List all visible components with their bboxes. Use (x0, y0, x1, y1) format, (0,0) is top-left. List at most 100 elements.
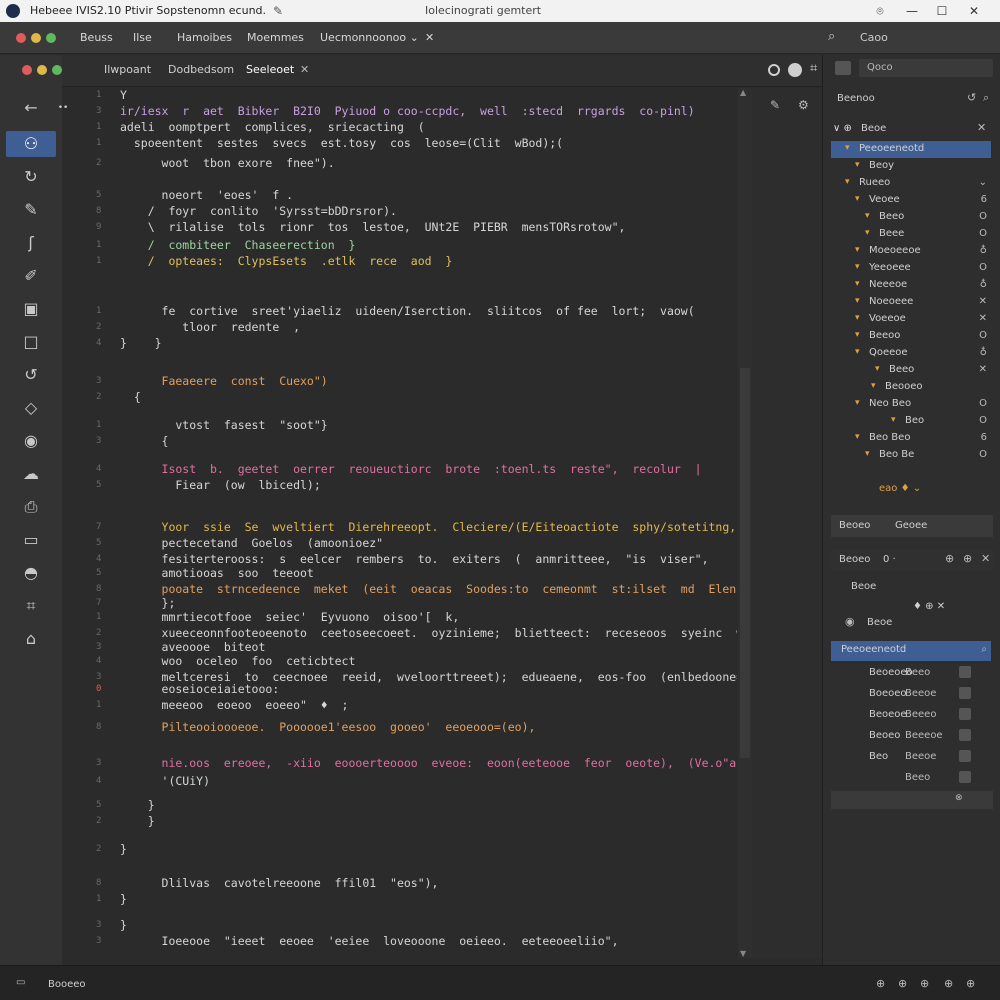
maximize-button[interactable]: ☐ (932, 2, 952, 20)
tree-item[interactable]: ▾ Beeo ✕ (831, 362, 991, 379)
properties-header[interactable]: Peeoeeneotd ⌕ (831, 641, 991, 661)
code-line[interactable]: { (120, 390, 141, 404)
frame-icon[interactable]: ▣ (18, 296, 44, 322)
code-line[interactable]: Isost b. geetet oerrer reoueuctiorc brot… (120, 462, 702, 476)
code-line[interactable]: meeeoo eoeoo eoeeo" ♦ ; (120, 698, 349, 712)
activity-red-dot-icon[interactable] (22, 65, 32, 75)
code-line[interactable]: aveoooe biteot (120, 640, 266, 654)
terminal-icon[interactable]: ⌂ (18, 626, 44, 652)
code-line[interactable]: fe cortive sreet'yiaeliz uideen/Iserctio… (120, 304, 695, 318)
activity-yellow-dot-icon[interactable] (37, 65, 47, 75)
code-line[interactable]: vtost fasest "soot"} (120, 418, 327, 432)
pin-icon[interactable]: ✎ (268, 2, 288, 20)
status-icon-2[interactable]: ⊕ (898, 977, 907, 990)
section-header[interactable]: Beoeo Geoee (831, 515, 993, 537)
status-icon-4[interactable]: ⊕ (944, 977, 953, 990)
tree-item-action-icon[interactable]: ✕ (979, 364, 987, 375)
tree-item-action-icon[interactable]: 6 (981, 432, 987, 443)
split-editor-icon[interactable]: ⌗ (810, 61, 817, 76)
code-line[interactable]: / foyr conlito 'Syrsst=bDDrsror). (120, 204, 397, 218)
editor-minimap[interactable]: ✎ ⚙ (752, 88, 822, 958)
tree-item[interactable]: ▾ Peeoeeneotd (831, 141, 991, 158)
refresh-icon[interactable]: ↺ (967, 91, 976, 104)
tree-item-action-icon[interactable]: ✕ (979, 313, 987, 324)
code-line[interactable]: mmrtiecotfooe seiec' Eyvuono oisoo'[ k, (120, 610, 460, 624)
menubar-search-icon[interactable]: ⌕ (828, 29, 835, 44)
tree-item[interactable]: ▾ Beo Beo 6 (831, 430, 991, 447)
tree-item-action-icon[interactable]: ⌄ (979, 177, 987, 188)
code-editor[interactable]: Yir/iesx r aet Bibker B2I0 Pyiuod o coo-… (112, 88, 737, 958)
code-line[interactable]: } (120, 892, 127, 906)
property-row[interactable]: Beeo (831, 768, 991, 788)
chat-icon[interactable]: ◓ (18, 560, 44, 586)
tree-item[interactable]: ▾ Beo O (831, 413, 991, 430)
edit-pencil-icon[interactable]: ✎ (770, 98, 780, 112)
property-checkbox[interactable] (959, 771, 971, 783)
close-dot-icon[interactable] (16, 33, 26, 43)
settings-gear-icon[interactable]: ⚙ (798, 98, 809, 112)
tab-close-icon[interactable]: ✕ (300, 63, 309, 76)
code-line[interactable]: { (120, 434, 169, 448)
run-icon[interactable] (768, 64, 780, 76)
tab-first[interactable]: Ilwpoant (104, 63, 151, 76)
add-alt-icon[interactable]: ⊕ (963, 552, 972, 565)
property-row[interactable]: Beoeoe Beeeo (831, 705, 991, 725)
code-line[interactable]: Faeaeere const Cuexo") (120, 374, 328, 388)
terminal-status-icon[interactable]: ▭ (16, 977, 25, 988)
back-arrow-icon[interactable]: ← (18, 95, 44, 121)
menubar-right-label[interactable]: Caoo (860, 31, 888, 44)
tree-item[interactable]: ▾ Beeo O (831, 209, 991, 226)
code-line[interactable]: eoseioceiaietooo: (120, 682, 280, 696)
square-icon[interactable]: □ (18, 329, 44, 355)
settings-icon[interactable]: ◉ (18, 428, 44, 454)
property-checkbox[interactable] (959, 666, 971, 678)
tree-item[interactable]: ▾ Yeeoeee O (831, 260, 991, 277)
code-line[interactable]: ir/iesx r aet Bibker B2I0 Pyiuod o coo-c… (120, 104, 695, 118)
code-line[interactable]: } } (120, 336, 162, 350)
code-line[interactable]: pooate strncedeence meket (eeit oeacas S… (120, 582, 737, 596)
editor-scrollbar[interactable]: ▲ ▼ (738, 88, 752, 958)
tree-item[interactable]: ▾ Beeoo O (831, 328, 991, 345)
tree-item[interactable]: ▾ Moeoeeoe ♁ (831, 243, 991, 260)
tree-item-action-icon[interactable]: O (979, 228, 987, 239)
code-line[interactable]: Pilteooioooeoe. Poooooe1'eesoo gooeo' ee… (120, 720, 536, 734)
minimize-dot-icon[interactable] (31, 33, 41, 43)
code-line[interactable]: Fiear (ow lbicedl); (120, 478, 320, 492)
tab-active[interactable]: Seeleoet (246, 63, 294, 76)
tree-item[interactable]: ▾ Qoeeoe ♁ (831, 345, 991, 362)
tree-item-action-icon[interactable]: O (979, 330, 987, 341)
code-line[interactable]: / opteaes: ClypsEsets .etlk rece aod } (120, 254, 453, 268)
code-line[interactable]: spoeentent sestes svecs est.tosy cos leo… (120, 136, 563, 150)
tree-item[interactable]: ▾ Voeeoe ✕ (831, 311, 991, 328)
tree-item[interactable]: ▾ Noeoeee ✕ (831, 294, 991, 311)
remove-icon[interactable]: ✕ (981, 552, 990, 565)
tree-item[interactable]: ▾ Beooeo (831, 379, 991, 396)
tree-item-action-icon[interactable]: O (979, 449, 987, 460)
code-line[interactable]: adeli oomptpert complices, sriecacting ( (120, 120, 425, 134)
code-line[interactable]: fesiterterooss: s eelcer rembers to. exi… (120, 552, 709, 566)
tree-collapse-icon[interactable]: ∨ ⊕ (833, 123, 852, 134)
tree-item[interactable]: ▾ Beoy (831, 158, 991, 175)
property-checkbox[interactable] (959, 750, 971, 762)
section-header-2[interactable]: Beoeo 0 · ⊕ ⊕ ✕ (831, 549, 993, 571)
section-icons-3[interactable]: ♦ ⊕ ✕ (913, 601, 945, 612)
refresh-icon[interactable]: ↺ (18, 362, 44, 388)
debug-icon[interactable]: ⚇ (6, 131, 56, 157)
scroll-up-icon[interactable]: ▲ (740, 88, 746, 97)
property-row[interactable]: Beoeoeo Beeo (831, 663, 991, 683)
minimize-button[interactable]: — (902, 2, 922, 20)
extension-icon[interactable]: ⌗ (18, 593, 44, 619)
tree-item[interactable]: ▾ Neeeoe ♁ (831, 277, 991, 294)
code-line[interactable]: } (120, 798, 155, 812)
tree-item[interactable]: ▾ Beo Be O (831, 447, 991, 464)
property-checkbox[interactable] (959, 687, 971, 699)
tree-item[interactable]: ▾ Neo Beo O (831, 396, 991, 413)
window-icon[interactable]: ▭ (18, 527, 44, 553)
close-window-button[interactable]: ✕ (964, 2, 984, 20)
branch-icon[interactable]: ʃ (18, 230, 44, 256)
find-icon[interactable]: ⌕ (983, 91, 989, 105)
scroll-thumb[interactable] (740, 368, 750, 758)
menu-item-run[interactable]: Moemmes (247, 31, 304, 44)
code-line[interactable]: '(CUiY) (120, 774, 210, 788)
avatar[interactable] (835, 61, 851, 75)
